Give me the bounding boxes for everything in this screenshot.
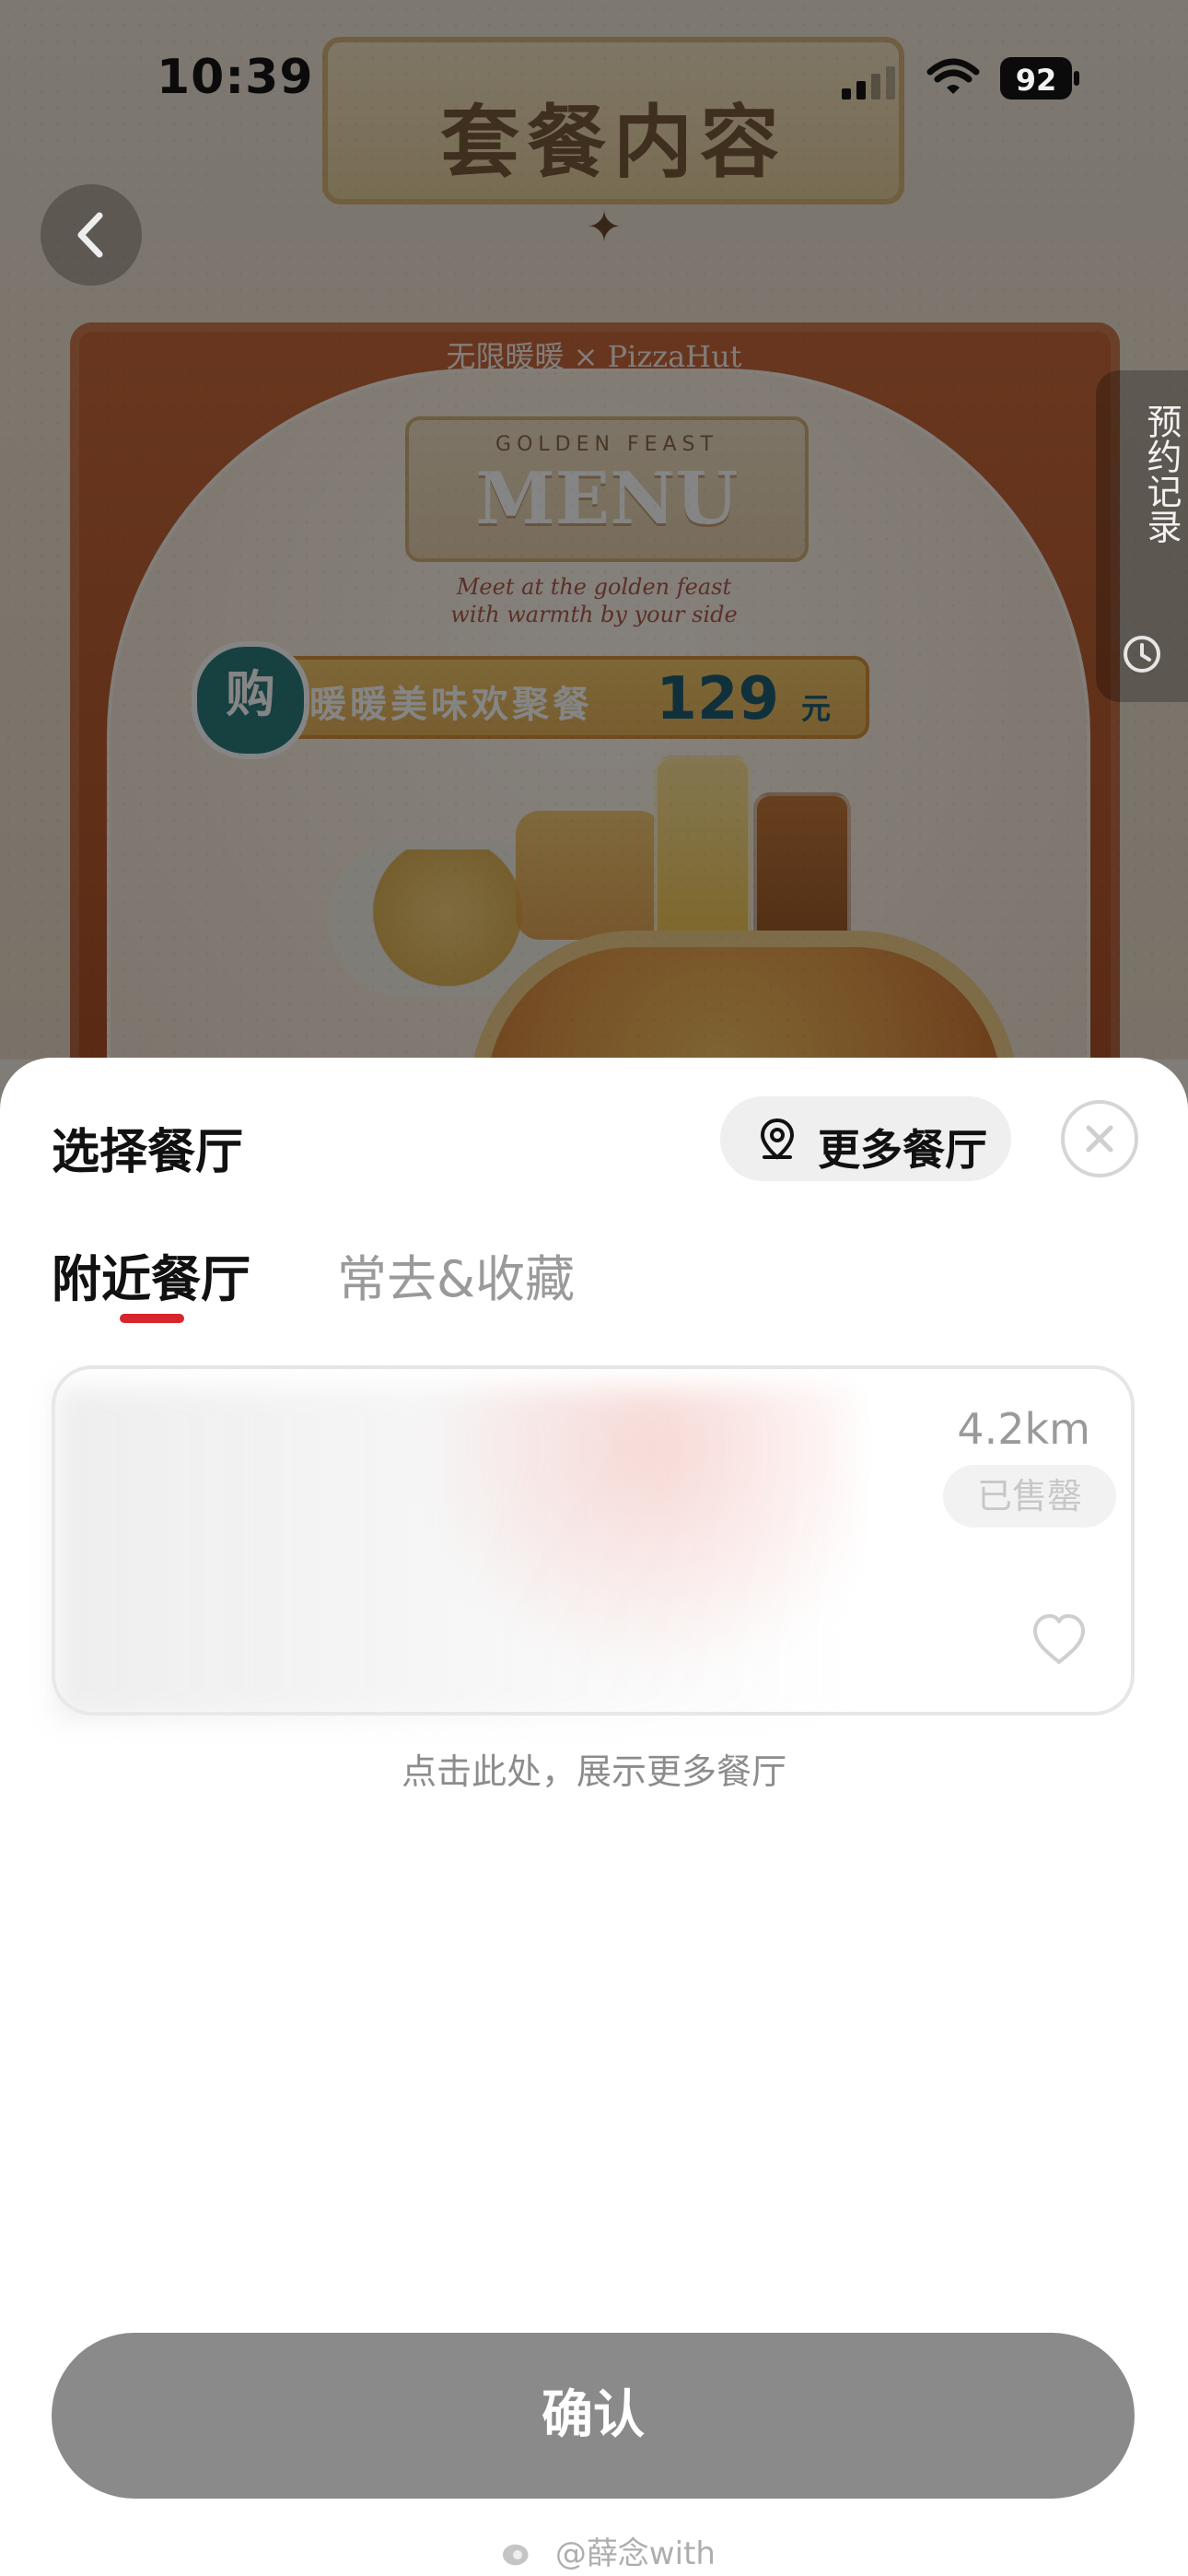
heart-icon[interactable] — [1030, 1612, 1089, 1666]
battery-nub — [1074, 71, 1079, 86]
active-tab-indicator — [120, 1314, 184, 1323]
battery-icon: 92 — [1000, 57, 1079, 100]
show-more-restaurants-link[interactable]: 点击此处，展示更多餐厅 — [0, 1743, 1188, 1794]
sheet-title: 选择餐厅 — [52, 1125, 244, 1180]
wifi-icon — [926, 58, 980, 94]
signal-icon — [842, 66, 895, 100]
watermark-text: @薛念with — [554, 2535, 716, 2572]
sold-out-badge: 已售罄 — [943, 1465, 1116, 1528]
blurred-restaurant-info — [55, 1388, 856, 1719]
battery-percent: 92 — [1015, 63, 1057, 98]
reservation-history-label: 预约记录 — [1141, 404, 1182, 544]
status-time: 10:39 — [157, 50, 314, 105]
restaurant-distance: 4.2km — [957, 1404, 1090, 1454]
close-icon — [1086, 1125, 1113, 1153]
restaurant-card[interactable]: 4.2km 已售罄 — [52, 1365, 1135, 1719]
more-restaurants-label: 更多餐厅 — [818, 1125, 987, 1175]
reservation-history-tab[interactable]: 预约记录 — [1096, 370, 1188, 702]
clock-icon — [1124, 636, 1160, 673]
chevron-left-icon — [77, 212, 103, 258]
location-pin-icon — [760, 1118, 795, 1160]
tab-nearby-restaurants[interactable]: 附近餐厅 — [52, 1238, 250, 1311]
status-bar: 10:39 92 — [0, 0, 1188, 166]
weibo-icon — [503, 2544, 529, 2566]
restaurant-tabs: 附近餐厅 常去&收藏 — [52, 1238, 880, 1349]
watermark: @薛念with — [494, 2528, 716, 2573]
tab-frequent-favorites[interactable]: 常去&收藏 — [337, 1238, 575, 1311]
confirm-button[interactable]: 确认 — [52, 2333, 1135, 2499]
back-button[interactable] — [41, 184, 142, 286]
close-button[interactable] — [1061, 1100, 1138, 1177]
more-restaurants-button[interactable]: 更多餐厅 — [720, 1096, 1011, 1181]
